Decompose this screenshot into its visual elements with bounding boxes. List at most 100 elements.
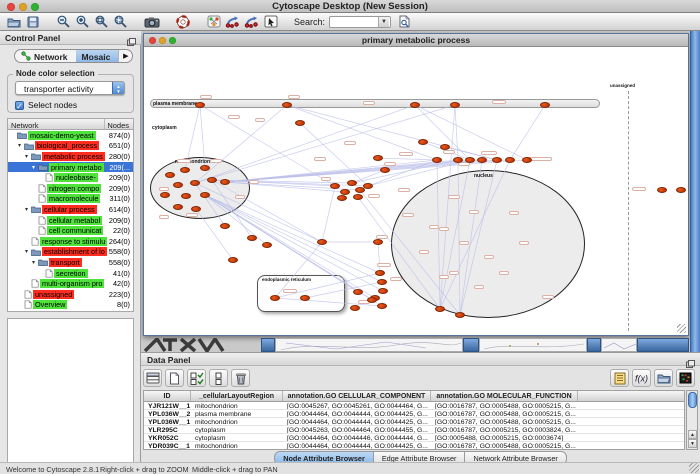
table-row[interactable]: YPL036W__1mitochondrion[GO:0044464, GO:0… xyxy=(144,418,684,426)
birds-eye-view[interactable] xyxy=(7,318,134,474)
network-node[interactable] xyxy=(295,120,305,126)
network-node[interactable] xyxy=(347,180,357,186)
nodes-column-header[interactable]: Nodes xyxy=(107,121,129,130)
background-titlebar[interactable] xyxy=(261,338,275,352)
help-icon[interactable] xyxy=(174,14,191,29)
desktop-vertical-scrollbar[interactable] xyxy=(690,31,700,352)
network-frame-titlebar[interactable]: primary metabolic process xyxy=(144,34,688,47)
select-mode-icon[interactable] xyxy=(262,14,279,29)
network-node[interactable] xyxy=(353,194,363,200)
network-node[interactable] xyxy=(363,183,373,189)
network-node[interactable] xyxy=(432,157,442,163)
unselect-attributes-icon[interactable] xyxy=(209,369,228,387)
network-node[interactable] xyxy=(373,155,383,161)
background-titlebar[interactable] xyxy=(463,338,479,352)
scroll-up-icon[interactable]: ▲ xyxy=(688,430,697,439)
window-resize-grip[interactable] xyxy=(689,463,699,473)
matrix-icon[interactable] xyxy=(676,369,695,387)
network-tree-row[interactable]: mosaic-demo-yeast874(0) xyxy=(8,130,133,141)
table-row[interactable]: YKR052Ccytoplasm[GO:0044464, GO:0044446,… xyxy=(144,434,684,442)
network-tree-row[interactable]: ▾biological_process651(0) xyxy=(8,141,133,152)
network-node[interactable] xyxy=(522,157,532,163)
network-column-header[interactable]: Network xyxy=(11,121,39,130)
advanced-search-icon[interactable] xyxy=(396,14,413,29)
table-row[interactable]: YLR295Ccytoplasm[GO:0045263, GO:0044464,… xyxy=(144,426,684,434)
network-overview-icon[interactable] xyxy=(205,14,222,29)
network-node[interactable] xyxy=(228,257,238,263)
network-node[interactable] xyxy=(378,288,388,294)
network-node[interactable] xyxy=(282,102,292,108)
table-row[interactable]: YDR039C__1mitochondrion[GO:0044464, GO:0… xyxy=(144,442,684,450)
network-tree-row[interactable]: unassigned223(0) xyxy=(8,289,133,300)
network-node[interactable] xyxy=(505,157,515,163)
network-node[interactable] xyxy=(181,193,191,199)
table-scrollbar[interactable]: ▲ ▼ xyxy=(686,390,698,450)
select-nodes-checkbox[interactable]: ✓ xyxy=(15,101,24,110)
tab-overflow-icon[interactable]: ▶ xyxy=(118,50,132,62)
network-node[interactable] xyxy=(377,279,387,285)
network-tree-row[interactable]: cellular metabol209(0) xyxy=(8,215,133,226)
zoom-fit-icon[interactable] xyxy=(112,14,129,29)
network-node[interactable] xyxy=(173,182,183,188)
network-canvas[interactable]: plasma membrane cytoplasm mitochondrion … xyxy=(144,47,688,335)
table-row[interactable]: YPL036W__2plasma membrane[GO:0044464, GO… xyxy=(144,410,684,418)
column-header[interactable]: annotation.GO MOLECULAR_FUNCTION xyxy=(431,391,578,401)
network-node[interactable] xyxy=(220,223,230,229)
network-tree-row[interactable]: ▾transport558(0) xyxy=(8,257,133,268)
zoom-selected-icon[interactable] xyxy=(93,14,110,29)
import-attributes-icon[interactable] xyxy=(654,369,673,387)
dropdown-stepper-icon[interactable]: ▲▼ xyxy=(112,81,125,95)
network-tree-row[interactable]: ▾cellular process614(0) xyxy=(8,204,133,215)
network-node[interactable] xyxy=(375,270,385,276)
network-node[interactable] xyxy=(330,183,340,189)
attribute-list-icon[interactable] xyxy=(610,369,629,387)
network-tree-row[interactable]: ▾establishment of lo558(0) xyxy=(8,247,133,258)
network-node[interactable] xyxy=(435,306,445,312)
search-input[interactable]: ▼ xyxy=(329,16,391,28)
network-tree-row[interactable]: multi-organism pro42(0) xyxy=(8,278,133,289)
network-node[interactable] xyxy=(377,303,387,309)
network-node[interactable] xyxy=(247,235,257,241)
network-node[interactable] xyxy=(173,204,183,210)
select-attributes-icon[interactable] xyxy=(187,369,206,387)
column-header[interactable]: ID xyxy=(144,391,191,401)
network-node[interactable] xyxy=(190,180,200,186)
column-header[interactable]: _cellularLayoutRegion xyxy=(191,391,283,401)
network-node[interactable] xyxy=(492,157,502,163)
new-attribute-icon[interactable] xyxy=(165,369,184,387)
background-titlebar[interactable] xyxy=(637,338,689,352)
network-node[interactable] xyxy=(195,102,205,108)
network-tree-row[interactable]: ▾primary metabo209(... xyxy=(8,162,133,173)
save-icon[interactable] xyxy=(24,14,41,29)
scrollbar-thumb[interactable] xyxy=(688,392,697,408)
network-node[interactable] xyxy=(455,312,465,318)
background-window-preview[interactable] xyxy=(601,338,637,352)
network-node[interactable] xyxy=(353,289,363,295)
network-tree-row[interactable]: ▾metabolic process280(0) xyxy=(8,151,133,162)
background-window-preview[interactable] xyxy=(275,338,463,352)
network-tree-row[interactable]: response to stimulu264(0) xyxy=(8,236,133,247)
network-node[interactable] xyxy=(317,239,327,245)
network-node[interactable] xyxy=(367,297,377,303)
attribute-table-icon[interactable] xyxy=(143,369,162,387)
network-tree-row[interactable]: nitrogen compo209(0) xyxy=(8,183,133,194)
network-node[interactable] xyxy=(380,167,390,173)
network-tree-row[interactable]: secretion41(0) xyxy=(8,268,133,279)
network-node[interactable] xyxy=(418,139,428,145)
network-node[interactable] xyxy=(676,187,686,193)
network-tree-row[interactable]: nucleobase-209(0) xyxy=(8,172,133,183)
network-node[interactable] xyxy=(450,102,460,108)
network-node[interactable] xyxy=(270,295,280,301)
network-node[interactable] xyxy=(262,242,272,248)
column-header[interactable]: annotation.GO CELLULAR_COMPONENT xyxy=(283,391,431,401)
chevron-down-icon[interactable]: ▼ xyxy=(378,17,389,27)
zoom-in-icon[interactable] xyxy=(74,14,91,29)
node-color-dropdown[interactable]: transporter activity ▲▼ xyxy=(15,81,125,95)
network-tree-row[interactable]: Overview8(0) xyxy=(8,300,133,311)
network-node[interactable] xyxy=(160,192,170,198)
network-node[interactable] xyxy=(191,206,201,212)
snapshot-icon[interactable] xyxy=(143,14,160,29)
network-node[interactable] xyxy=(300,295,310,301)
network-node[interactable] xyxy=(337,195,347,201)
background-window-preview[interactable] xyxy=(479,338,587,352)
